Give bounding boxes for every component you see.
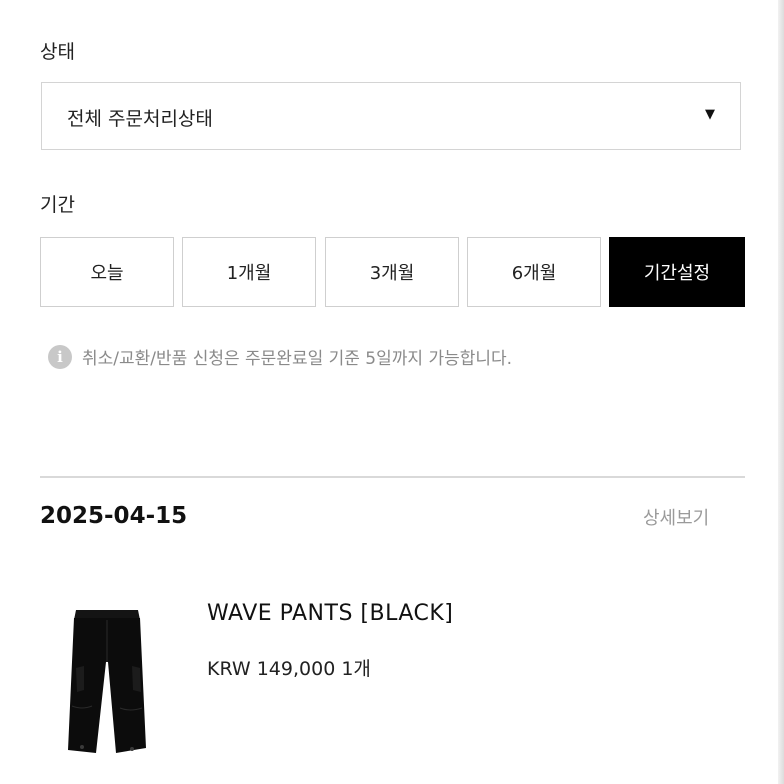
- order-status-select[interactable]: 전체 주문처리상태 ▼: [41, 82, 741, 150]
- notice-text: 취소/교환/반품 신청은 주문완료일 기준 5일까지 가능합니다.: [82, 349, 513, 369]
- period-label: 기간: [40, 194, 75, 216]
- divider: [40, 476, 745, 478]
- info-icon: i: [48, 344, 72, 369]
- status-label: 상태: [40, 41, 75, 63]
- period-button-6-months[interactable]: 6개월: [467, 237, 601, 307]
- product-thumbnail[interactable]: [62, 606, 158, 756]
- period-button-today[interactable]: 오늘: [40, 237, 174, 307]
- order-date: 2025-04-15: [40, 503, 188, 529]
- pants-image: [68, 610, 146, 753]
- period-button-3-months[interactable]: 3개월: [325, 237, 459, 307]
- product-price-quantity: KRW 149,000 1개: [207, 658, 371, 680]
- window-edge: [778, 0, 784, 784]
- caret-down-icon: ▼: [705, 107, 715, 122]
- product-name[interactable]: WAVE PANTS [BLACK]: [207, 601, 453, 626]
- view-details-link[interactable]: 상세보기: [643, 504, 709, 530]
- period-button-custom[interactable]: 기간설정: [609, 237, 745, 307]
- period-button-1-month[interactable]: 1개월: [182, 237, 316, 307]
- order-status-select-value: 전체 주문처리상태: [67, 108, 213, 130]
- return-policy-notice: i 취소/교환/반품 신청은 주문완료일 기준 5일까지 가능합니다.: [48, 344, 512, 369]
